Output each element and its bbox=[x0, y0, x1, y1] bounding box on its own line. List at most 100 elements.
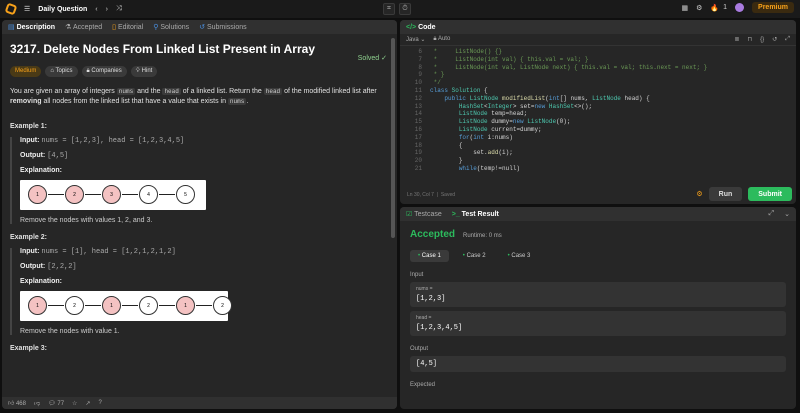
list-node: 2 bbox=[65, 296, 84, 315]
reset-icon[interactable]: ↺ bbox=[772, 36, 777, 43]
code-panel-header: </> Code bbox=[400, 20, 796, 34]
case-label: Case 2 bbox=[466, 253, 486, 259]
lightbulb-icon: 💡︎ bbox=[135, 68, 140, 74]
streak-counter[interactable]: 🔥 1 bbox=[710, 4, 727, 12]
arrow-icon bbox=[85, 194, 101, 195]
case-tab[interactable]: • Case 3 bbox=[500, 250, 539, 262]
comments-button[interactable]: 💬︎ 77 bbox=[48, 400, 64, 407]
statement-text: and the bbox=[137, 88, 161, 95]
app-logo[interactable] bbox=[4, 2, 18, 16]
check-circle-icon: ✓ bbox=[381, 55, 387, 62]
run-button[interactable]: Run bbox=[708, 187, 743, 201]
output-label: Output: bbox=[20, 263, 46, 270]
code-editor[interactable]: 6 * ListNode() {} 7 * ListNode(int val) {… bbox=[400, 46, 796, 175]
topics-tag[interactable]: ⌂ Topics bbox=[45, 66, 78, 77]
dislike-button[interactable]: 👎︎ bbox=[34, 399, 40, 407]
list-node: 3 bbox=[102, 185, 121, 204]
premium-button[interactable]: Premium bbox=[752, 2, 794, 13]
tab-code[interactable]: </> Code bbox=[406, 24, 436, 31]
bookmark-icon[interactable]: ⊓ bbox=[747, 36, 752, 43]
arrow-icon bbox=[159, 194, 175, 195]
collapse-icon[interactable]: ⌄ bbox=[784, 210, 790, 218]
list-node: 1 bbox=[28, 185, 47, 204]
statement-bold: removing bbox=[10, 98, 42, 105]
code-line[interactable]: 8 * ListNode(int val, ListNode next) { t… bbox=[400, 64, 796, 72]
code-line[interactable]: 14 ListNode temp=head; bbox=[400, 110, 796, 118]
prev-problem-icon[interactable]: ‹ bbox=[95, 6, 97, 13]
code-line[interactable]: 20 } bbox=[400, 157, 796, 165]
output-value: [4,5] bbox=[416, 360, 438, 368]
problem-list-icon[interactable]: ☰ bbox=[24, 5, 30, 13]
page-title[interactable]: Daily Question bbox=[38, 6, 87, 13]
line-number: 6 bbox=[418, 48, 422, 55]
settings-icon[interactable]: ⚙ bbox=[696, 4, 702, 12]
code-line[interactable]: 15 ListNode dummy=new ListNode(0); bbox=[400, 118, 796, 126]
case-tab[interactable]: • Case 1 bbox=[410, 250, 449, 262]
maximize-icon[interactable]: ⤢ bbox=[769, 210, 775, 218]
output-value: [2,2,2] bbox=[47, 263, 77, 271]
shuffle-icon[interactable]: ⤨ bbox=[116, 5, 122, 13]
inline-code: nums bbox=[116, 88, 136, 95]
result-panel: ☑ Testcase >_ Test Result ⤢ ⌄ Accepted R… bbox=[400, 207, 796, 409]
arrow-icon bbox=[196, 305, 212, 306]
hint-tag[interactable]: 💡︎ Hint bbox=[130, 66, 158, 77]
tab-solutions[interactable]: ⚲ Solutions bbox=[153, 23, 189, 31]
tab-editorial[interactable]: ▯ Editorial bbox=[112, 23, 143, 31]
next-problem-icon[interactable]: › bbox=[106, 6, 108, 13]
code-line[interactable]: 11 class Solution { bbox=[400, 87, 796, 95]
tab-submissions[interactable]: ↺ Submissions bbox=[199, 23, 247, 31]
code-line[interactable]: 12 public ListNode modifiedList(int[] nu… bbox=[400, 95, 796, 103]
problem-title[interactable]: 3217. Delete Nodes From Linked List Pres… bbox=[10, 42, 389, 56]
problem-statement: You are given an array of integers nums … bbox=[10, 87, 389, 107]
code-line[interactable]: 9 * } bbox=[400, 71, 796, 79]
tab-testcase[interactable]: ☑ Testcase bbox=[406, 210, 442, 218]
line-number: 7 bbox=[418, 55, 422, 63]
favorite-icon[interactable]: ☆ bbox=[72, 400, 77, 407]
pass-dot-icon: • bbox=[462, 253, 465, 259]
help-icon[interactable]: ? bbox=[98, 400, 101, 406]
tab-test-result[interactable]: >_ Test Result bbox=[452, 211, 499, 218]
debugger-icon[interactable]: ⚙ bbox=[696, 190, 702, 198]
fullscreen-icon[interactable]: ⤢ bbox=[785, 36, 790, 43]
avatar[interactable] bbox=[735, 3, 745, 12]
companies-tag[interactable]: 🔒︎ Companies bbox=[81, 66, 127, 77]
timer-icon[interactable]: ⏱ bbox=[399, 3, 411, 15]
tab-accepted[interactable]: ⚗ Accepted bbox=[65, 23, 102, 31]
code-line[interactable]: 21 while(temp!=null) bbox=[400, 165, 796, 173]
lock-icon: 🔒︎ bbox=[86, 68, 90, 74]
debug-icon[interactable]: ⌗ bbox=[383, 3, 395, 15]
code-line[interactable]: 16 ListNode current=dummy; bbox=[400, 126, 796, 134]
topics-label: Topics bbox=[55, 68, 73, 74]
expected-section-label: Expected bbox=[410, 382, 436, 388]
code-line[interactable]: 10 */ bbox=[400, 79, 796, 87]
like-button[interactable]: 👍︎ 468 bbox=[8, 399, 26, 407]
code-line[interactable]: 19 set.add(i); bbox=[400, 149, 796, 157]
notes-icon[interactable]: ≣ bbox=[734, 36, 739, 43]
code-line[interactable]: 17 for(int i:nums) bbox=[400, 134, 796, 142]
autocomplete-toggle[interactable]: 🔒︎ Auto bbox=[433, 36, 450, 43]
case-tab[interactable]: • Case 2 bbox=[455, 250, 494, 262]
tab-editorial-label: Editorial bbox=[117, 24, 144, 31]
tab-description[interactable]: ▤ Description bbox=[8, 23, 55, 31]
layout-icon[interactable]: ▦ bbox=[682, 4, 689, 12]
submit-button[interactable]: Submit bbox=[748, 187, 792, 201]
arrow-icon bbox=[48, 305, 64, 306]
chevron-down-icon: ⌄ bbox=[420, 37, 426, 43]
description-footer: 👍︎ 468 👎︎ 💬︎ 77 ☆ ↗ ? bbox=[2, 397, 397, 409]
description-scrollbar[interactable] bbox=[391, 38, 395, 238]
list-node: 4 bbox=[139, 185, 158, 204]
braces-icon[interactable]: {} bbox=[760, 37, 764, 43]
language-select[interactable]: Java ⌄ bbox=[406, 36, 425, 43]
line-number: 19 bbox=[414, 149, 422, 157]
share-icon[interactable]: ↗ bbox=[85, 400, 90, 407]
code-line[interactable]: 13 HashSet<Integer> set=new HashSet<>(); bbox=[400, 103, 796, 111]
code-line[interactable]: 6 * ListNode() {} bbox=[400, 48, 796, 56]
input-value: nums = [1], head = [1,2,1,2,1,2] bbox=[41, 248, 176, 256]
head-input-box: head = [1,2,3,4,5] bbox=[410, 311, 786, 336]
code-line[interactable]: 7 * ListNode(int val) { this.val = val; … bbox=[400, 56, 796, 64]
code-line[interactable]: 18 { bbox=[400, 142, 796, 150]
tab-test-result-label: Test Result bbox=[461, 210, 499, 218]
example-2-title: Example 2: bbox=[10, 234, 47, 241]
line-number: 14 bbox=[414, 110, 422, 118]
code-text: { bbox=[458, 141, 463, 149]
